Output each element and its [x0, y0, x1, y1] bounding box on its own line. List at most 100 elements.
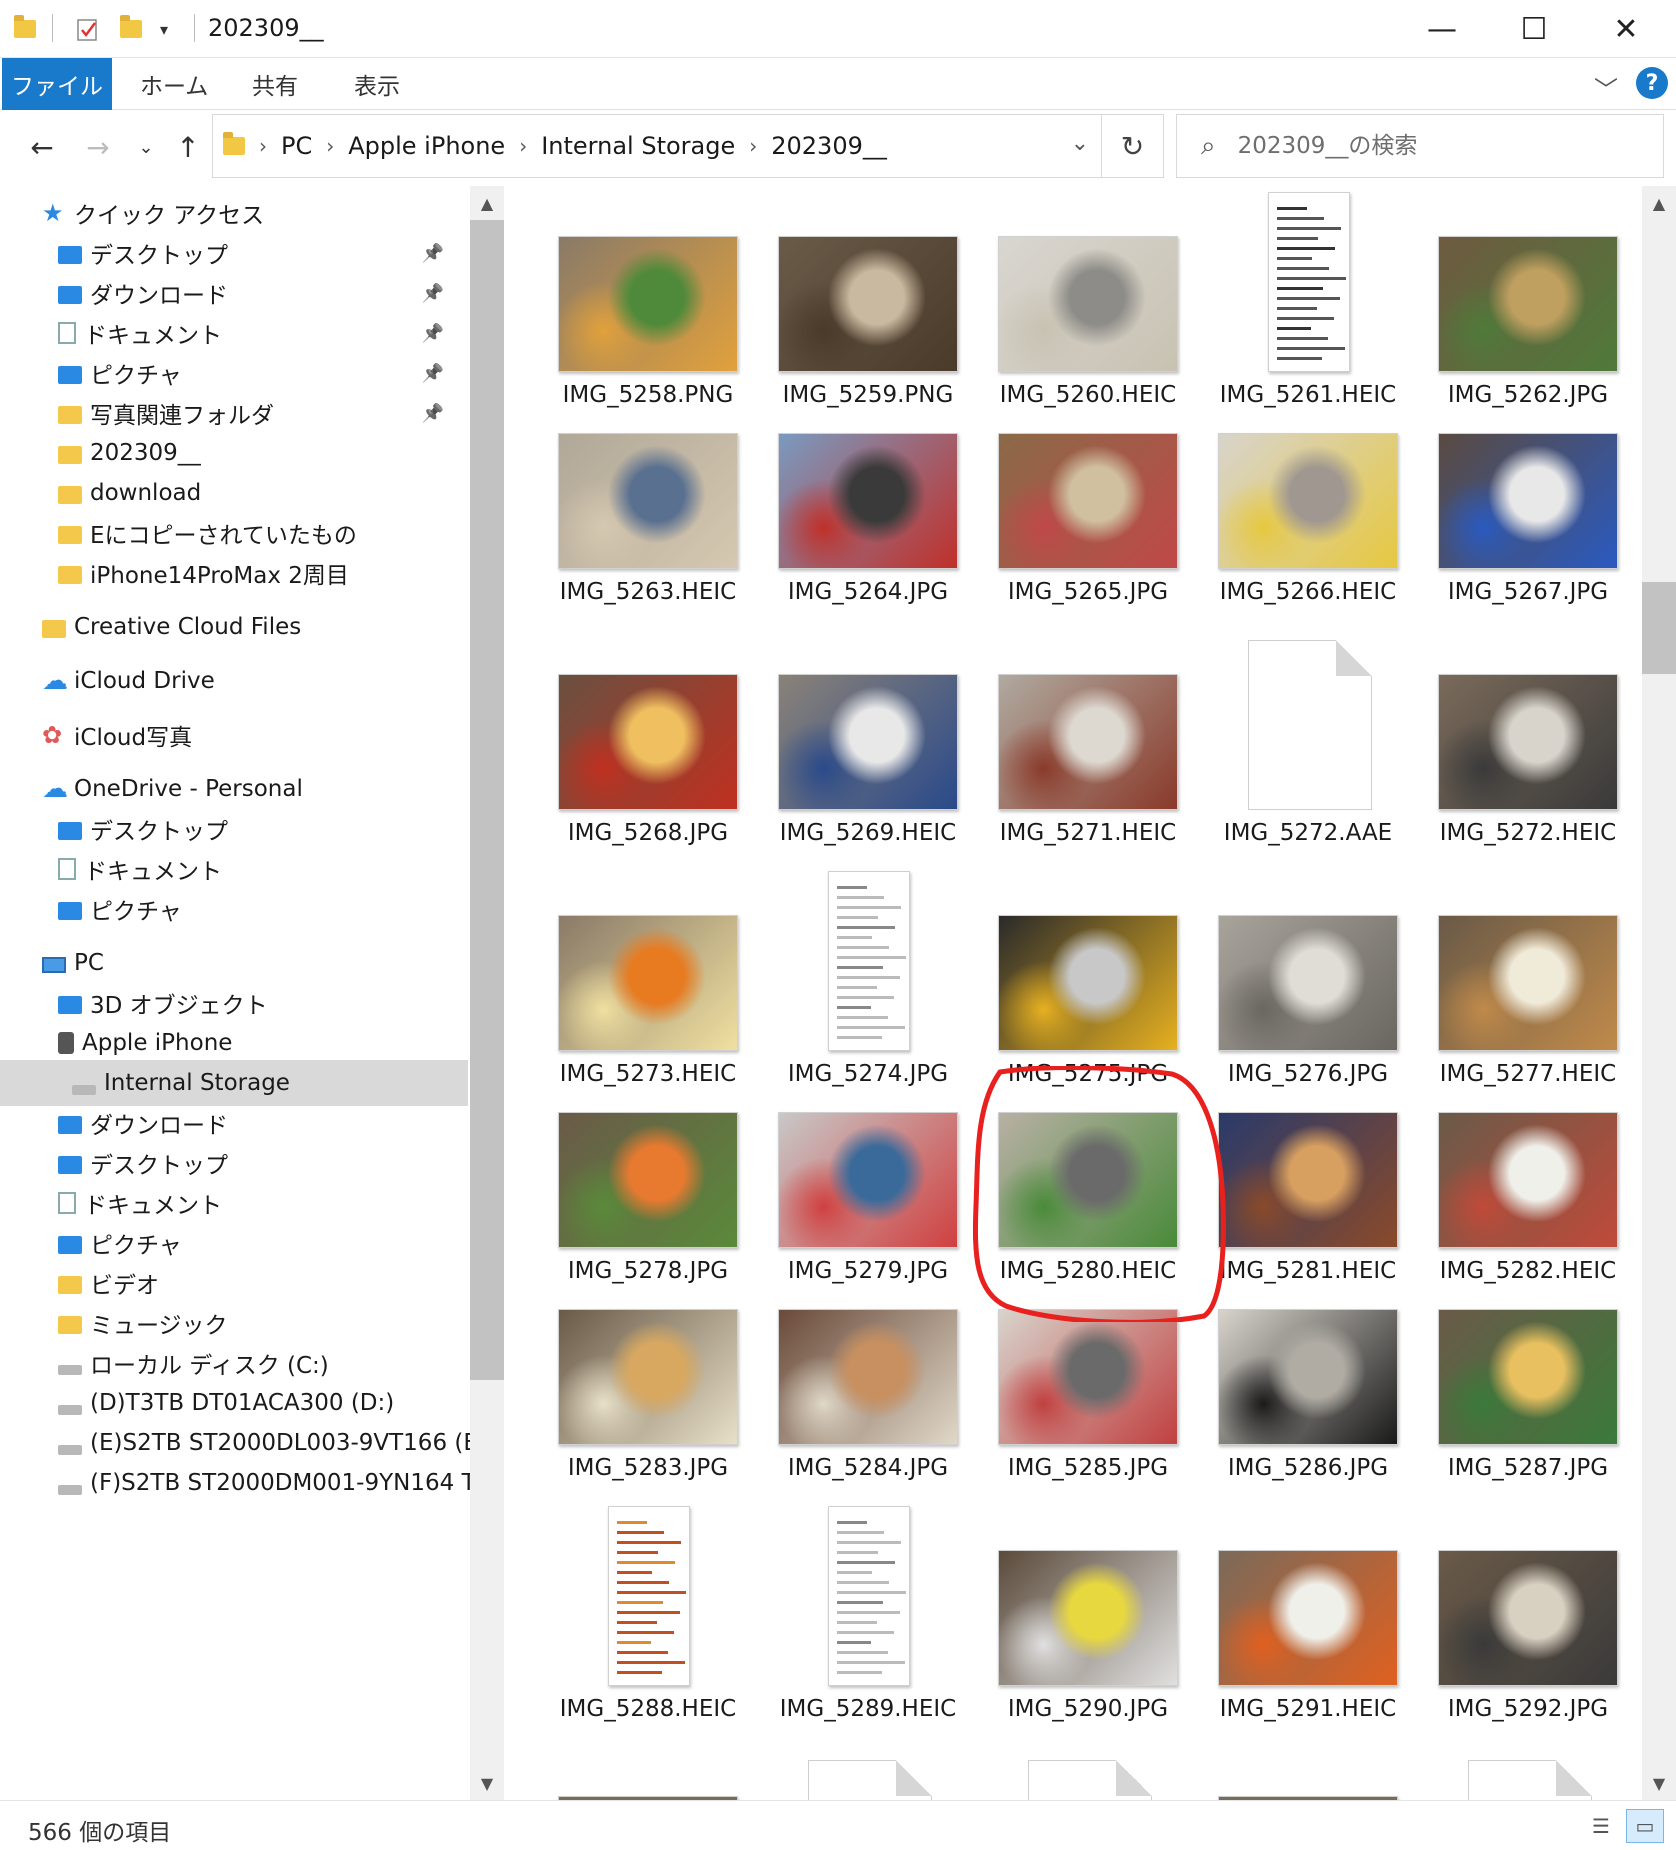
file-thumbnail[interactable] [778, 1309, 958, 1445]
recent-locations-chevron-icon[interactable]: ⌄ [126, 128, 166, 166]
file-thumbnail[interactable] [1438, 915, 1618, 1051]
file-thumbnail[interactable] [1468, 1760, 1592, 1800]
file-thumbnail[interactable] [828, 871, 910, 1051]
pin-icon[interactable]: 📌 [422, 283, 444, 304]
file-thumbnail[interactable] [998, 915, 1178, 1051]
tab-file[interactable]: ファイル [2, 58, 112, 110]
onedrive-icon: ☁ [42, 774, 68, 804]
new-folder-icon[interactable] [120, 15, 142, 40]
address-dropdown-chevron-icon[interactable]: ⌄ [1071, 131, 1089, 156]
file-thumbnail[interactable] [1438, 433, 1618, 569]
help-icon[interactable]: ? [1636, 67, 1668, 99]
pin-icon[interactable]: 📌 [422, 363, 444, 384]
scroll-down-arrow-icon[interactable]: ▼ [470, 1766, 504, 1800]
file-thumbnail[interactable] [1438, 674, 1618, 810]
customize-quick-access-icon[interactable]: ▾ [160, 20, 182, 44]
file-thumbnail[interactable] [778, 236, 958, 372]
breadcrumb-separator[interactable]: › [326, 134, 334, 158]
file-thumbnail[interactable] [1218, 1550, 1398, 1686]
file-thumbnail[interactable] [1268, 192, 1350, 372]
sidebar-item-label: ダウンロード [90, 283, 228, 309]
breadcrumb-apple-iphone[interactable]: Apple iPhone [348, 132, 505, 160]
file-thumbnail[interactable] [1218, 433, 1398, 569]
file-thumbnail[interactable] [608, 1506, 690, 1686]
ribbon: ファイル ホーム 共有 表示 ﹀ ? [0, 58, 1676, 110]
file-thumbnail[interactable] [808, 1760, 932, 1800]
file-thumbnail[interactable] [1218, 1112, 1398, 1248]
tab-view[interactable]: 表示 [354, 58, 400, 110]
file-thumbnail[interactable] [998, 1550, 1178, 1686]
sidebar-item[interactable]: ピクチャ [0, 886, 468, 932]
file-thumbnail[interactable] [778, 1112, 958, 1248]
sidebar-item[interactable]: (F)S2TB ST2000DM001-9YN164 TS [0, 1460, 470, 1506]
scroll-up-arrow-icon[interactable]: ▲ [470, 186, 504, 220]
pin-icon[interactable]: 📌 [422, 323, 444, 344]
file-thumbnail[interactable] [558, 674, 738, 810]
expand-ribbon-chevron-icon[interactable]: ﹀ [1594, 70, 1618, 105]
3d-objects-icon [58, 996, 82, 1014]
file-thumbnail[interactable] [998, 433, 1178, 569]
maximize-button[interactable]: ☐ [1488, 0, 1580, 58]
file-thumbnail[interactable] [558, 1112, 738, 1248]
pictures-folder-icon [58, 1236, 82, 1254]
forward-arrow-icon[interactable]: → [78, 128, 118, 166]
large-icons-view-icon[interactable]: ▭ [1626, 1809, 1664, 1843]
sidebar-item[interactable]: iPhone14ProMax 2周目 [0, 550, 468, 596]
file-thumbnail[interactable] [998, 1309, 1178, 1445]
breadcrumb-internal-storage[interactable]: Internal Storage [541, 132, 735, 160]
close-button[interactable]: ✕ [1580, 0, 1672, 58]
sidebar-item-label: download [90, 480, 202, 506]
file-thumbnail[interactable] [998, 1112, 1178, 1248]
pin-icon[interactable]: 📌 [422, 243, 444, 264]
search-box[interactable]: ⌕ [1176, 114, 1664, 178]
pin-icon[interactable]: 📌 [422, 403, 444, 424]
tab-home[interactable]: ホーム [140, 58, 208, 110]
file-name-label: IMG_5276.JPG [1227, 1061, 1389, 1087]
scroll-up-arrow-icon[interactable]: ▲ [1642, 186, 1676, 220]
file-thumbnail[interactable] [1218, 1309, 1398, 1445]
sidebar-item[interactable]: Creative Cloud Files [0, 604, 468, 650]
file-thumbnail[interactable] [1028, 1760, 1152, 1800]
file-name-label: IMG_5277.HEIC [1439, 1061, 1617, 1087]
navigation-pane-scroll-thumb[interactable] [470, 220, 504, 1380]
scroll-down-arrow-icon[interactable]: ▼ [1642, 1766, 1676, 1800]
breadcrumb-separator[interactable]: › [749, 134, 757, 158]
file-thumbnail[interactable] [1438, 1112, 1618, 1248]
breadcrumb-separator[interactable]: › [259, 134, 267, 158]
up-arrow-icon[interactable]: ↑ [168, 128, 208, 166]
file-thumbnail[interactable] [1218, 915, 1398, 1051]
file-name-label: IMG_5260.HEIC [999, 382, 1177, 408]
file-thumbnail[interactable] [778, 674, 958, 810]
file-list-scroll-thumb[interactable] [1642, 582, 1676, 674]
file-thumbnail[interactable] [998, 674, 1178, 810]
file-thumbnail[interactable] [558, 915, 738, 1051]
file-list-scrollbar[interactable] [1642, 186, 1676, 1800]
file-name-label: IMG_5264.JPG [787, 579, 949, 605]
search-input[interactable] [1237, 133, 1618, 159]
minimize-button[interactable]: — [1396, 0, 1488, 58]
file-thumbnail[interactable] [1438, 1550, 1618, 1686]
file-thumbnail[interactable] [1438, 236, 1618, 372]
sidebar-item[interactable]: ☁ iCloud Drive [0, 658, 468, 704]
sidebar-item[interactable]: ✿ iCloud写真 [0, 712, 468, 758]
file-thumbnail[interactable] [558, 1309, 738, 1445]
window-title: 202309__ [208, 14, 324, 42]
breadcrumb-pc[interactable]: PC [281, 132, 312, 160]
details-view-icon[interactable]: ☰ [1582, 1809, 1620, 1843]
breadcrumb-current-folder[interactable]: 202309__ [771, 132, 887, 160]
pc-icon [42, 957, 66, 973]
file-thumbnail[interactable] [558, 236, 738, 372]
back-arrow-icon[interactable]: ← [22, 128, 62, 166]
tab-share[interactable]: 共有 [252, 58, 298, 110]
file-thumbnail[interactable] [778, 433, 958, 569]
breadcrumb-separator[interactable]: › [519, 134, 527, 158]
file-thumbnail[interactable] [828, 1506, 910, 1686]
file-thumbnail[interactable] [558, 433, 738, 569]
address-bar[interactable]: › PC › Apple iPhone › Internal Storage ›… [212, 114, 1164, 178]
file-thumbnail[interactable] [1248, 640, 1372, 810]
file-thumbnail[interactable] [1438, 1309, 1618, 1445]
file-name-label: IMG_5262.JPG [1447, 382, 1609, 408]
refresh-icon[interactable]: ↻ [1101, 115, 1163, 177]
file-thumbnail[interactable] [998, 236, 1178, 372]
properties-icon[interactable] [76, 16, 98, 41]
